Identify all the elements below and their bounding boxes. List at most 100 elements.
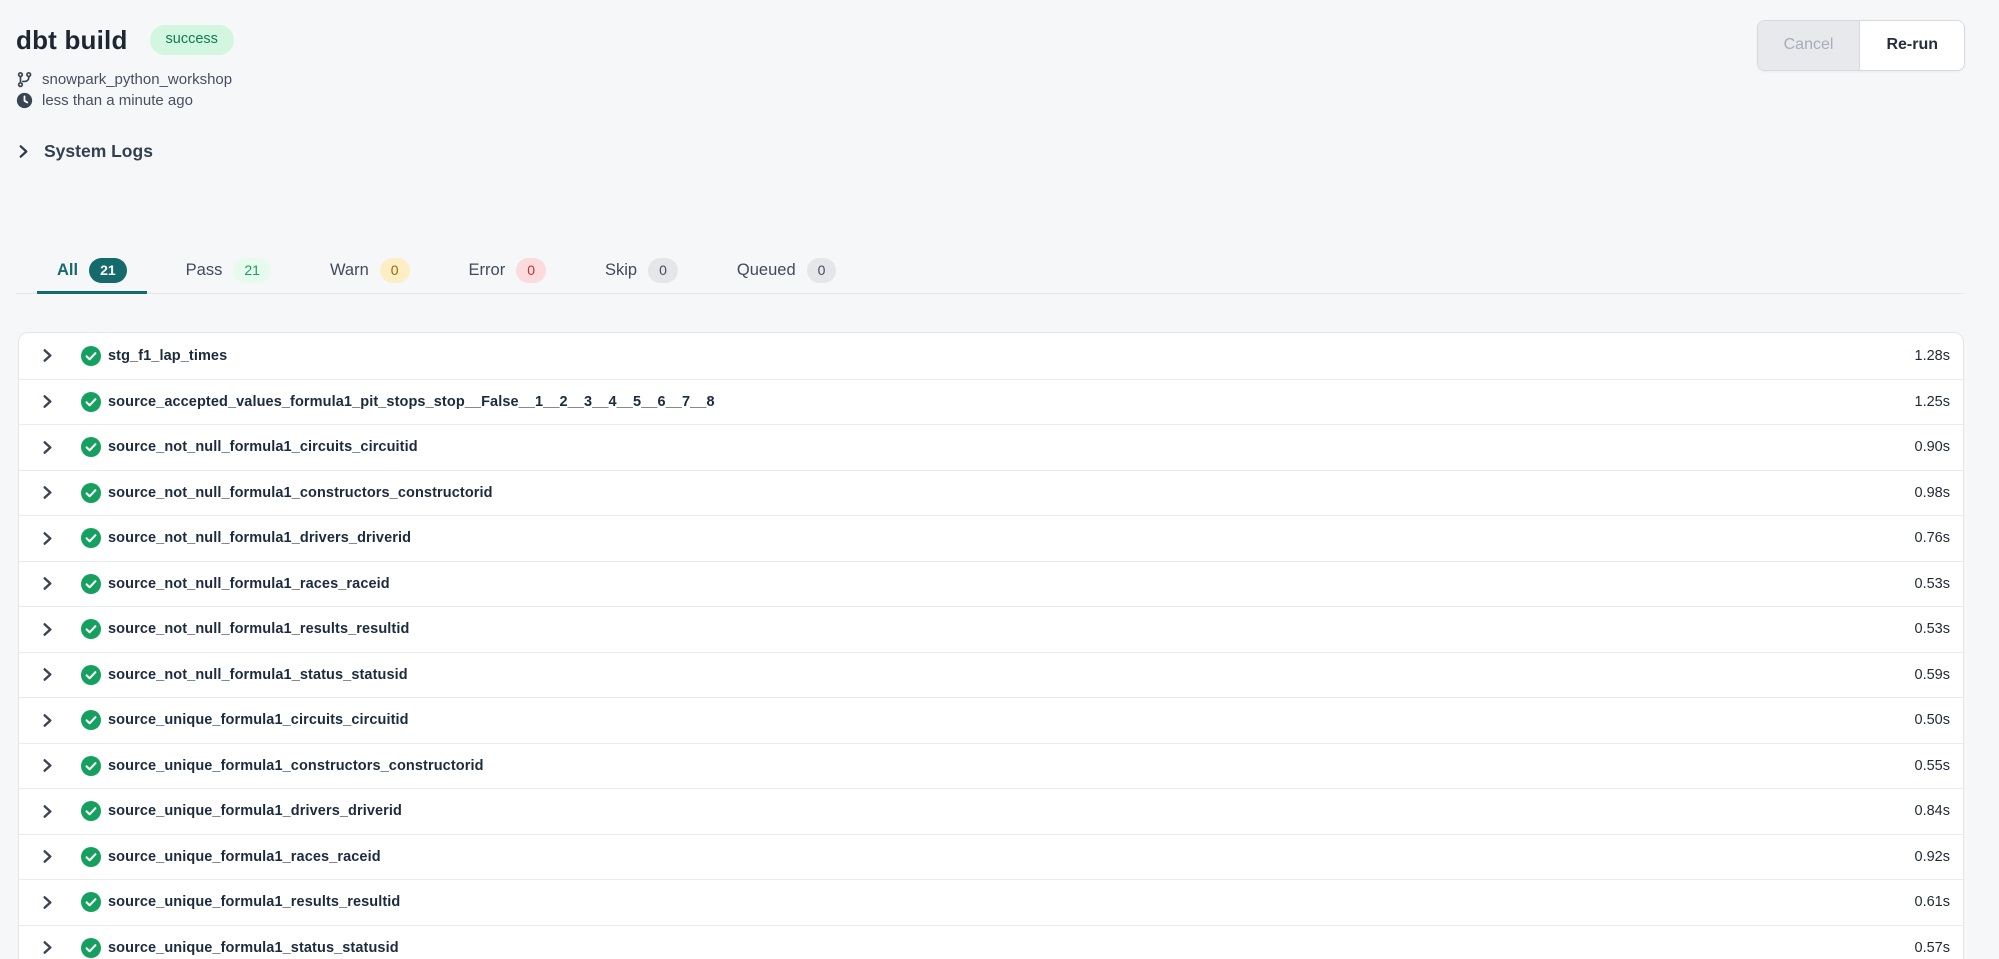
result-name: stg_f1_lap_times: [108, 348, 227, 364]
expand-chevron-icon[interactable]: [29, 702, 65, 738]
success-check-icon: [81, 619, 101, 639]
result-duration: 0.57s: [1915, 940, 1950, 956]
result-name: source_not_null_formula1_results_resulti…: [108, 621, 409, 637]
result-row: source_not_null_formula1_circuits_circui…: [19, 424, 1963, 470]
status-badge: success: [150, 25, 234, 54]
success-check-icon: [81, 574, 101, 594]
result-row: source_unique_formula1_results_resultid …: [19, 879, 1963, 925]
tab-label: Warn: [330, 261, 369, 280]
result-row: source_unique_formula1_circuits_circuiti…: [19, 697, 1963, 743]
tab-error[interactable]: Error 0: [449, 250, 566, 294]
success-check-icon: [81, 847, 101, 867]
page-title: dbt build: [16, 25, 128, 56]
result-row: source_not_null_formula1_constructors_co…: [19, 470, 1963, 516]
result-name: source_not_null_formula1_circuits_circui…: [108, 439, 418, 455]
result-duration: 1.25s: [1915, 394, 1950, 410]
result-duration: 0.50s: [1915, 712, 1950, 728]
expand-chevron-icon[interactable]: [29, 611, 65, 647]
expand-chevron-icon[interactable]: [29, 657, 65, 693]
result-name: source_not_null_formula1_races_raceid: [108, 576, 390, 592]
result-row: source_not_null_formula1_status_statusid…: [19, 652, 1963, 698]
tab-count-badge: 21: [89, 258, 127, 283]
system-logs-label: System Logs: [44, 141, 153, 162]
result-name: source_unique_formula1_status_statusid: [108, 940, 399, 956]
result-name: source_accepted_values_formula1_pit_stop…: [108, 394, 715, 410]
result-duration: 0.53s: [1915, 576, 1950, 592]
success-check-icon: [81, 528, 101, 548]
tab-count-badge: 0: [807, 258, 837, 283]
tab-label: Skip: [605, 261, 637, 280]
result-duration: 0.92s: [1915, 849, 1950, 865]
tab-count-badge: 0: [516, 258, 546, 283]
expand-chevron-icon[interactable]: [29, 884, 65, 920]
result-duration: 1.28s: [1915, 348, 1950, 364]
result-duration: 0.98s: [1915, 485, 1950, 501]
expand-chevron-icon[interactable]: [29, 566, 65, 602]
result-name: source_unique_formula1_constructors_cons…: [108, 758, 484, 774]
success-check-icon: [81, 892, 101, 912]
result-row: stg_f1_lap_times 1.28s: [19, 333, 1963, 379]
tab-label: Error: [469, 261, 506, 280]
run-header: dbt build success Cancel Re-run snowpark…: [0, 0, 1999, 111]
expand-chevron-icon[interactable]: [29, 475, 65, 511]
clock-icon: [16, 92, 33, 109]
result-duration: 0.84s: [1915, 803, 1950, 819]
success-check-icon: [81, 346, 101, 366]
tab-skip[interactable]: Skip 0: [585, 250, 698, 294]
result-row: source_not_null_formula1_results_resulti…: [19, 606, 1963, 652]
success-check-icon: [81, 710, 101, 730]
result-name: source_unique_formula1_drivers_driverid: [108, 803, 402, 819]
success-check-icon: [81, 483, 101, 503]
result-duration: 0.90s: [1915, 439, 1950, 455]
cancel-button[interactable]: Cancel: [1758, 21, 1860, 70]
result-duration: 0.53s: [1915, 621, 1950, 637]
result-name: source_unique_formula1_results_resultid: [108, 894, 400, 910]
success-check-icon: [81, 938, 101, 958]
results-list: stg_f1_lap_times 1.28s source_accepted_v…: [18, 332, 1964, 959]
result-row: source_unique_formula1_drivers_driverid …: [19, 788, 1963, 834]
result-row: source_unique_formula1_constructors_cons…: [19, 743, 1963, 789]
result-name: source_not_null_formula1_status_statusid: [108, 667, 408, 683]
expand-chevron-icon[interactable]: [29, 930, 65, 959]
result-row: source_not_null_formula1_drivers_driveri…: [19, 515, 1963, 561]
result-name: source_unique_formula1_races_raceid: [108, 849, 381, 865]
result-name: source_unique_formula1_circuits_circuiti…: [108, 712, 409, 728]
tab-all[interactable]: All 21: [37, 250, 147, 294]
expand-chevron-icon[interactable]: [29, 793, 65, 829]
tab-label: Queued: [737, 261, 796, 280]
expand-chevron-icon[interactable]: [29, 839, 65, 875]
tab-queued[interactable]: Queued 0: [717, 250, 857, 294]
success-check-icon: [81, 437, 101, 457]
result-row: source_unique_formula1_status_statusid 0…: [19, 925, 1963, 959]
status-tabs-bar: All 21 Pass 21 Warn 0 Error 0 Skip 0 Que…: [16, 250, 1964, 294]
result-name: source_not_null_formula1_constructors_co…: [108, 485, 493, 501]
run-time-ago: less than a minute ago: [42, 92, 193, 109]
result-name: source_not_null_formula1_drivers_driveri…: [108, 530, 411, 546]
result-duration: 0.76s: [1915, 530, 1950, 546]
expand-chevron-icon[interactable]: [29, 520, 65, 556]
result-duration: 0.55s: [1915, 758, 1950, 774]
result-duration: 0.61s: [1915, 894, 1950, 910]
result-row: source_unique_formula1_races_raceid 0.92…: [19, 834, 1963, 880]
expand-chevron-icon[interactable]: [29, 429, 65, 465]
expand-chevron-icon[interactable]: [29, 384, 65, 420]
tab-pass[interactable]: Pass 21: [166, 250, 291, 294]
git-branch-icon: [16, 71, 33, 88]
tab-count-badge: 21: [233, 258, 271, 283]
result-row: source_not_null_formula1_races_raceid 0.…: [19, 561, 1963, 607]
expand-chevron-icon[interactable]: [29, 338, 65, 374]
tab-count-badge: 0: [380, 258, 410, 283]
chevron-right-icon: [16, 144, 31, 159]
status-tabs: All 21 Pass 21 Warn 0 Error 0 Skip 0 Que…: [16, 250, 1964, 294]
tab-warn[interactable]: Warn 0: [310, 250, 430, 294]
system-logs-toggle[interactable]: System Logs: [16, 139, 1999, 163]
expand-chevron-icon[interactable]: [29, 748, 65, 784]
result-row: source_accepted_values_formula1_pit_stop…: [19, 379, 1963, 425]
success-check-icon: [81, 801, 101, 821]
success-check-icon: [81, 392, 101, 412]
run-actions: Cancel Re-run: [1757, 20, 1965, 71]
rerun-button[interactable]: Re-run: [1859, 21, 1964, 70]
tab-label: Pass: [186, 261, 223, 280]
tab-label: All: [57, 261, 78, 280]
branch-name: snowpark_python_workshop: [42, 71, 232, 88]
